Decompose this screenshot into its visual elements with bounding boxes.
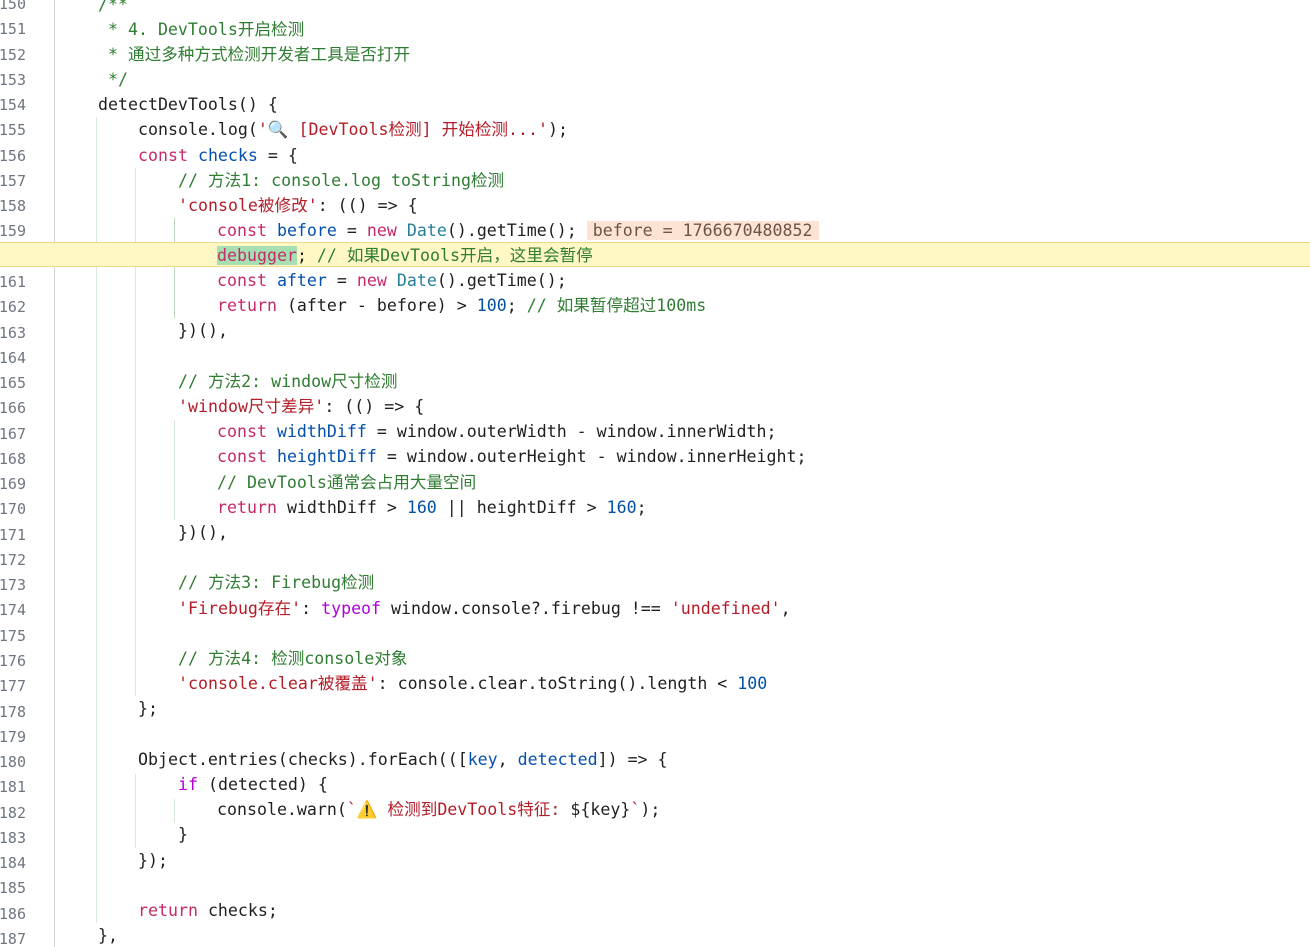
code-line-150[interactable]: /** — [0, 0, 1310, 17]
code-line-177[interactable]: 'console.clear被覆盖': console.clear.toStri… — [0, 671, 1310, 696]
code-line-186[interactable]: return checks; — [0, 898, 1310, 923]
code-line-180[interactable]: Object.entries(checks).forEach(([key, de… — [0, 747, 1310, 772]
code-line-153[interactable]: */ — [0, 67, 1310, 92]
code-line-158[interactable]: 'console被修改': (() => { — [0, 193, 1310, 218]
code-line-181[interactable]: if (detected) { — [0, 772, 1310, 797]
code-line-159[interactable]: const before = new Date().getTime(); befo… — [0, 218, 1310, 243]
code-line-170[interactable]: return widthDiff > 160 || heightDiff > 1… — [0, 495, 1310, 520]
code-line-157[interactable]: // 方法1: console.log toString检测 — [0, 168, 1310, 193]
code-line-184[interactable]: }); — [0, 848, 1310, 873]
code-line-156[interactable]: const checks = { — [0, 143, 1310, 168]
code-line-171[interactable]: })(), — [0, 520, 1310, 545]
code-line-151[interactable]: * 4. DevTools开启检测 — [0, 17, 1310, 42]
code-editor[interactable]: 1501511521531541551561571581591601611621… — [0, 0, 1310, 947]
code-line-169[interactable]: // DevTools通常会占用大量空间 — [0, 470, 1310, 495]
code-line-154[interactable]: detectDevTools() { — [0, 92, 1310, 117]
code-line-167[interactable]: const widthDiff = window.outerWidth - wi… — [0, 419, 1310, 444]
code-line-166[interactable]: 'window尺寸差异': (() => { — [0, 394, 1310, 419]
code-line-161[interactable]: const after = new Date().getTime(); — [0, 268, 1310, 293]
debugger-highlight: debugger — [217, 246, 297, 265]
code-line-162[interactable]: return (after - before) > 100; // 如果暂停超过… — [0, 293, 1310, 318]
code-line-187[interactable]: }, — [0, 923, 1310, 947]
code-line-160-current[interactable]: debugger; // 如果DevTools开启，这里会暂停 — [0, 242, 1310, 268]
warning-icon: ⚠️ — [356, 800, 378, 819]
magnifier-icon: 🔍 — [267, 120, 289, 139]
inline-value-hint: before = 1766670480852 — [586, 221, 819, 240]
code-line-178[interactable]: }; — [0, 696, 1310, 721]
code-line-182[interactable]: console.warn(`⚠️ 检测到DevTools特征: ${key}`)… — [0, 797, 1310, 822]
code-line-176[interactable]: // 方法4: 检测console对象 — [0, 646, 1310, 671]
code-line-173[interactable]: // 方法3: Firebug检测 — [0, 570, 1310, 595]
code-line-168[interactable]: const heightDiff = window.outerHeight - … — [0, 444, 1310, 469]
code-line-155[interactable]: console.log('🔍 [DevTools检测] 开始检测...'); — [0, 117, 1310, 142]
code-line-183[interactable]: } — [0, 822, 1310, 847]
code-line-163[interactable]: })(), — [0, 318, 1310, 343]
code-line-165[interactable]: // 方法2: window尺寸检测 — [0, 369, 1310, 394]
code-line-174[interactable]: 'Firebug存在': typeof window.console?.fire… — [0, 596, 1310, 621]
code-line-152[interactable]: * 通过多种方式检测开发者工具是否打开 — [0, 42, 1310, 67]
